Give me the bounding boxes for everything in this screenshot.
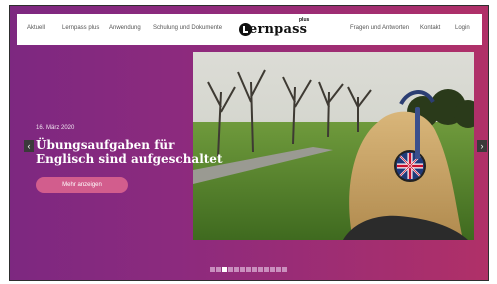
carousel-dot[interactable] bbox=[252, 267, 257, 272]
logo-sup: plus bbox=[299, 17, 310, 23]
slide-headline: Übungsaufgaben für Englisch sind aufgesc… bbox=[36, 138, 223, 166]
carousel-pagination bbox=[210, 267, 287, 272]
nav-item-lernpass-plus[interactable]: Lernpass plus bbox=[62, 25, 99, 31]
chevron-right-icon: › bbox=[480, 141, 484, 151]
nav-item-schulung-und-dokumente[interactable]: Schulung und Dokumente bbox=[153, 25, 222, 31]
more-button[interactable]: Mehr anzeigen bbox=[36, 177, 128, 193]
carousel-dot[interactable] bbox=[258, 267, 263, 272]
top-navigation: Aktuell Lernpass plus Anwendung Schulung… bbox=[17, 14, 482, 45]
carousel-dot[interactable] bbox=[264, 267, 269, 272]
carousel-next-button[interactable]: › bbox=[477, 140, 487, 152]
page-frame: Aktuell Lernpass plus Anwendung Schulung… bbox=[9, 5, 489, 281]
carousel-dot[interactable] bbox=[240, 267, 245, 272]
slide-date: 16. März 2020 bbox=[36, 125, 75, 131]
nav-item-fragen-und-antworten[interactable]: Fragen und Antworten bbox=[350, 25, 409, 31]
carousel-dot[interactable] bbox=[228, 267, 233, 272]
carousel-dot[interactable] bbox=[222, 267, 227, 272]
chevron-left-icon: ‹ bbox=[27, 141, 31, 151]
carousel-dot[interactable] bbox=[276, 267, 281, 272]
carousel-dot[interactable] bbox=[210, 267, 215, 272]
nav-item-login[interactable]: Login bbox=[455, 25, 470, 31]
carousel-dot[interactable] bbox=[234, 267, 239, 272]
carousel-dot[interactable] bbox=[270, 267, 275, 272]
nav-item-kontakt[interactable]: Kontakt bbox=[420, 25, 440, 31]
logo-text: ernpass bbox=[249, 22, 308, 37]
nav-item-anwendung[interactable]: Anwendung bbox=[109, 25, 141, 31]
carousel-dot[interactable] bbox=[282, 267, 287, 272]
carousel-dot[interactable] bbox=[216, 267, 221, 272]
nav-item-aktuell[interactable]: Aktuell bbox=[27, 25, 45, 31]
union-jack-headphone bbox=[394, 150, 426, 182]
carousel-prev-button[interactable]: ‹ bbox=[24, 140, 34, 152]
carousel-dot[interactable] bbox=[246, 267, 251, 272]
